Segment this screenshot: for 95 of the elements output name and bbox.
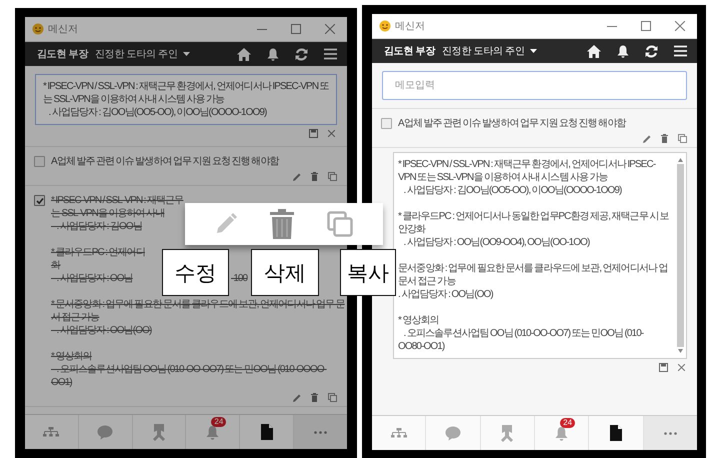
memo-input-field[interactable]: 메모입력 [382, 71, 687, 100]
ribbon-icon [153, 424, 166, 440]
user-name: 김도현 부장 [384, 45, 435, 58]
org-chart-icon [390, 428, 407, 438]
trash-icon[interactable] [311, 393, 318, 402]
memo-text-line: . 사업담당자 : 김OO님(OO5-OO), 이OO님(OOOO-1OO9) [402, 184, 622, 197]
pencil-icon[interactable] [293, 172, 301, 180]
memo-text-line: 서 접근 가능 [51, 311, 100, 324]
home-icon[interactable] [237, 48, 251, 60]
checkbox[interactable] [381, 118, 392, 129]
pencil-icon[interactable] [643, 134, 651, 142]
checkbox[interactable] [34, 156, 45, 167]
callout-label: 삭제 [251, 249, 319, 296]
memo-text-line: 문서중앙화 : 업무에 필요한 문서를 클라우드에 보관, 언제어디서나 업 [398, 262, 668, 275]
bell-icon [206, 424, 220, 440]
status-dropdown[interactable]: 진정한 도타의 주인 [442, 44, 525, 58]
chat-bubble-icon [97, 424, 114, 440]
bell-icon[interactable] [617, 44, 629, 58]
maximize-icon[interactable] [291, 24, 301, 34]
close-icon[interactable] [675, 21, 685, 31]
org-chart-icon [43, 427, 60, 437]
memo-text-line: 안강화 [398, 223, 426, 236]
close-icon[interactable] [325, 24, 335, 34]
refresh-icon[interactable] [645, 44, 658, 58]
memo-text-line: . 오피스솔루션사업팀 OO님 (010-OO-OO7) 또는 민OO님 (010-OOOO- [56, 363, 326, 376]
document-icon [260, 424, 273, 440]
memo-text-line: . 사업담당자 : OO님(OO) [398, 288, 493, 301]
memo-editor-field[interactable] [393, 152, 687, 359]
save-icon[interactable] [309, 129, 318, 138]
user-name: 김도현 부장 [37, 48, 88, 61]
more-icon [314, 430, 328, 434]
memo-text-line: * 클라우드PC : 언제어디 [51, 246, 145, 259]
trash-icon[interactable] [270, 209, 294, 239]
notification-badge: 24 [211, 416, 226, 426]
callout-label: 복사 [340, 249, 396, 296]
scroll-down-icon[interactable] [678, 349, 683, 353]
bell-icon[interactable] [267, 48, 279, 60]
memo-editor-field[interactable]: * IPSEC-VPN / SSL-VPN : 재택근무 환경에서, 언제어디서나 IPSEC-VPN 또 는 SSL-VPN을 이용하여 사내 시스템 사용 가능 . 사업담당자 : 김OO님(OO5-OO), 이OO님(OOOO-1OO9) [35, 74, 337, 125]
callout-label: 수정 [162, 249, 229, 296]
window-title: 메신저 [395, 20, 425, 33]
memo-text-line: * 영상회의 [398, 314, 439, 327]
memo-text-line: . 사업담당자 : 김OO님 [56, 220, 142, 233]
notification-badge: 24 [560, 418, 576, 428]
memo-text-line: * IPSEC-VPN / SSL-VPN : 재택근무 [51, 194, 184, 207]
memo-text-line: * 문서중앙화 : 업무에 필요한 문서를 클라우드에 보관, 언제어디서나 업무 문 [51, 298, 345, 311]
memo-text-line: 는 SSL-VPN을 이용하여 사내 시스템 사용 가능 [43, 93, 224, 106]
menu-icon[interactable] [674, 45, 687, 57]
maximize-icon[interactable] [641, 21, 651, 31]
memo-text-line: . 사업담당자 : OO님 [56, 272, 133, 285]
chat-bubble-icon [444, 426, 461, 440]
copy-icon[interactable] [326, 211, 353, 237]
memo-text-line: * IPSEC-VPN / SSL-VPN : 재택근무 환경에서, 언제어디서나 IPSEC- [398, 158, 656, 171]
memo-text-line: * 영상회의 [51, 350, 92, 363]
memo-text-line: A업체 발주 관련 이슈 발생하여 업무 지원 요청 진행 해야함 [51, 155, 278, 168]
window-title: 메신저 [48, 23, 78, 36]
smiley-icon [32, 23, 44, 35]
bell-icon [555, 426, 568, 440]
close-icon[interactable] [328, 130, 335, 137]
menu-icon[interactable] [324, 48, 337, 60]
memo-text-line: . 사업담당자 : OO님(OO) [56, 324, 152, 337]
document-icon [610, 425, 622, 441]
scrollbar[interactable] [677, 158, 684, 353]
save-icon[interactable] [659, 363, 668, 372]
more-icon [664, 432, 677, 434]
close-icon[interactable] [678, 364, 685, 371]
ribbon-icon [501, 424, 514, 442]
memo-text-line: . 사업담당자 : 김OO님(OO5-OO), 이OO님(OOOO-1OO9) [48, 106, 266, 119]
memo-text-line: OO1) [51, 376, 72, 389]
trash-icon[interactable] [311, 172, 318, 181]
memo-text-line: * IPSEC-VPN / SSL-VPN : 재택근무 환경에서, 언제어디서나 IPSEC-VPN 또 [43, 80, 329, 93]
scroll-up-icon[interactable] [678, 158, 683, 162]
memo-text-line: 는 SSL-VPN을 이용하여 사내 [51, 207, 164, 220]
memo-text-line: OO80-OO1) [398, 340, 444, 353]
memo-text-line: A업체 발주 관련 이슈 발생하여 업무 지원 요청 진행 해야함 [398, 117, 626, 130]
memo-text-line: * 클라우드PC : 언제어디서나 동일한 업무PC환경 제공, 재택근무 시 보 [398, 210, 669, 223]
nav-tab[interactable]: 24 [534, 416, 590, 450]
caret-icon[interactable] [182, 52, 190, 56]
caret-icon[interactable] [530, 49, 537, 53]
trash-icon[interactable] [661, 134, 668, 143]
smiley-icon [379, 20, 391, 32]
memo-text-line: 문서 접근 가능 [398, 275, 456, 288]
refresh-icon[interactable] [295, 48, 308, 60]
copy-icon[interactable] [328, 172, 337, 181]
memo-text-line: . 오피스솔루션사업팀 OO님 (010-OO-OO7) 또는 민OO님 (010- [402, 327, 644, 340]
copy-icon[interactable] [328, 393, 337, 402]
nav-tab[interactable]: 24 [186, 415, 240, 449]
memo-text-line: . 사업담당자 : OO님(OO9-OO4), OO님(OO-1OO) [402, 236, 590, 249]
memo-text-fragment: -100 [231, 272, 248, 285]
memo-text-line: 화 [51, 259, 60, 272]
status-dropdown[interactable]: 진정한 도타의 주인 [94, 47, 178, 61]
checkbox[interactable] [34, 195, 45, 206]
pencil-icon[interactable] [293, 394, 301, 402]
memo-text-line: VPN 또는 SSL-VPN을 이용하여 사내 시스템 사용 가능 [398, 171, 608, 184]
home-icon[interactable] [587, 44, 601, 58]
copy-icon[interactable] [678, 134, 687, 143]
